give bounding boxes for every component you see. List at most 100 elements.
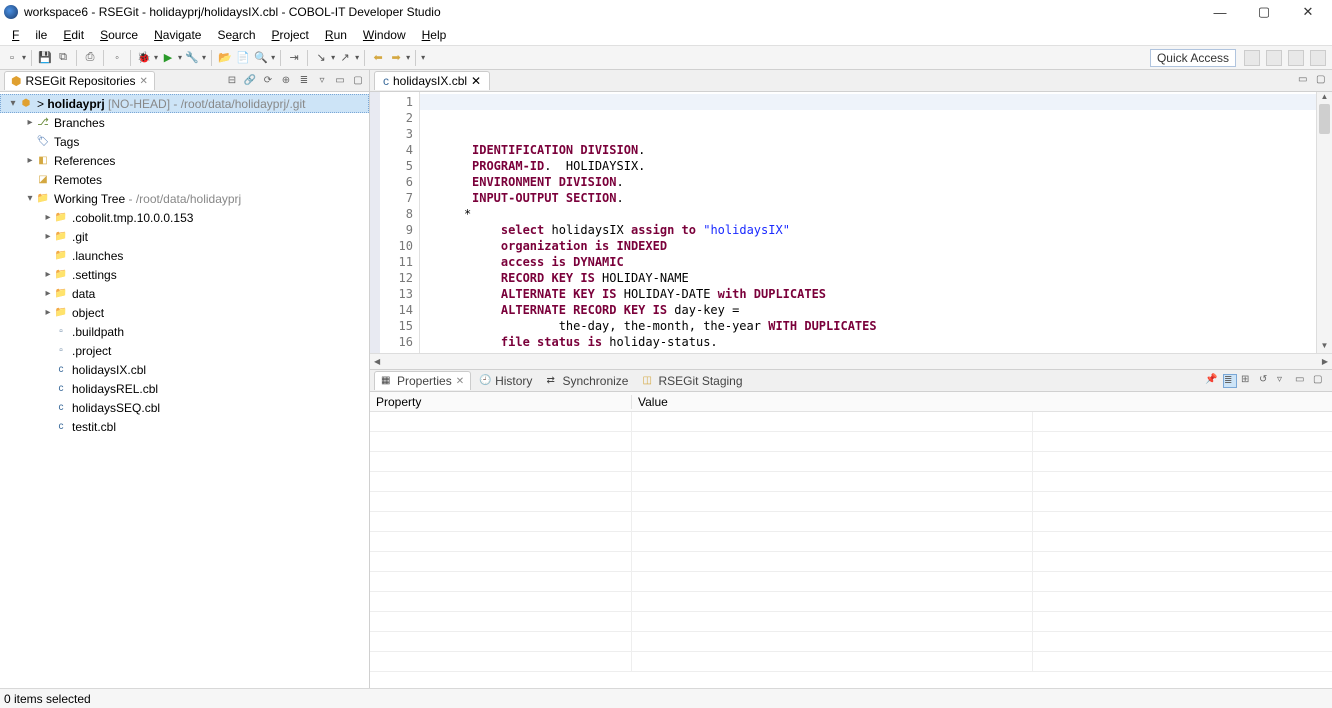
col-property[interactable]: Property — [370, 395, 632, 409]
pin-button[interactable]: 📌 — [1205, 374, 1219, 388]
perspective-git[interactable] — [1310, 50, 1326, 66]
scroll-up-arrow[interactable]: ▲ — [1317, 92, 1332, 104]
tree-remotes[interactable]: ▸ ◪ Remotes — [0, 170, 369, 189]
expander-icon[interactable]: ▾ — [24, 193, 36, 204]
maximize-view-button[interactable]: ▢ — [1313, 374, 1327, 388]
view-action-2[interactable]: ⊕ — [279, 74, 293, 88]
close-tab-icon[interactable]: ✕ — [471, 74, 481, 88]
view-action-1[interactable]: ⟳ — [261, 74, 275, 88]
prev-annotation-button[interactable]: ↗ — [337, 50, 353, 66]
tree-item[interactable]: ▸📁.cobolit.tmp.10.0.0.153 — [0, 208, 369, 227]
tree-tags[interactable]: ▸ 🏷 Tags — [0, 132, 369, 151]
indent-button[interactable]: ⇥ — [286, 50, 302, 66]
property-row[interactable] — [370, 552, 1332, 572]
property-row[interactable] — [370, 532, 1332, 552]
tree-item[interactable]: cholidaysSEQ.cbl — [0, 398, 369, 417]
view-menu-button[interactable]: ▿ — [315, 74, 329, 88]
debug-button[interactable]: 🐞 — [136, 50, 152, 66]
save-all-button[interactable]: ⧉ — [55, 50, 71, 66]
tab-rsegit-staging[interactable]: ◫ RSEGit Staging — [636, 372, 748, 390]
view-menu-button[interactable]: ▿ — [1277, 374, 1291, 388]
back-button[interactable]: ⬅ — [370, 50, 386, 66]
repo-tree[interactable]: ▾ ⬢ > holidayprj [NO-HEAD] - /root/data/… — [0, 92, 369, 688]
run-dropdown[interactable]: ▾ — [178, 53, 182, 62]
perspective-debug[interactable] — [1288, 50, 1304, 66]
menu-search[interactable]: Search — [209, 26, 263, 44]
tree-item[interactable]: ▸📁data — [0, 284, 369, 303]
open-task-button[interactable]: 📄 — [235, 50, 251, 66]
search-button[interactable]: 🔍 — [253, 50, 269, 66]
minimize-editor-button[interactable]: ▭ — [1298, 74, 1312, 88]
expander-icon[interactable]: ▸ — [24, 155, 36, 166]
quick-access[interactable]: Quick Access — [1150, 49, 1236, 67]
perspective-dropdown[interactable]: ▾ — [421, 53, 425, 62]
tree-item[interactable]: ▸📁object — [0, 303, 369, 322]
restore-defaults-button[interactable]: ↺ — [1259, 374, 1273, 388]
fold-column[interactable] — [370, 92, 380, 353]
property-row[interactable] — [370, 512, 1332, 532]
close-tab-icon[interactable]: ✕ — [140, 76, 148, 87]
open-type-button[interactable]: 📂 — [217, 50, 233, 66]
menu-edit[interactable]: Edit — [55, 26, 92, 44]
tree-item[interactable]: ▸📁.launches — [0, 246, 369, 265]
close-tab-icon[interactable]: ✕ — [456, 376, 464, 387]
tree-item[interactable]: cholidaysIX.cbl — [0, 360, 369, 379]
menu-project[interactable]: Project — [264, 26, 317, 44]
search-dropdown[interactable]: ▾ — [271, 53, 275, 62]
tree-branches[interactable]: ▸ ⎇ Branches — [0, 113, 369, 132]
code-editor[interactable]: 12345678910111213141516 IDENTIFICATION D… — [370, 92, 1332, 353]
menu-window[interactable]: Window — [355, 26, 414, 44]
save-button[interactable]: 💾 — [37, 50, 53, 66]
property-row[interactable] — [370, 432, 1332, 452]
scroll-thumb[interactable] — [1319, 104, 1330, 134]
tab-history[interactable]: 🕘 History — [473, 372, 538, 390]
horizontal-scrollbar[interactable]: ◀ ▶ — [370, 353, 1332, 369]
tree-item[interactable]: ctestit.cbl — [0, 417, 369, 436]
expander-icon[interactable]: ▸ — [24, 117, 36, 128]
tab-synchronize[interactable]: ⇄ Synchronize — [540, 372, 634, 390]
property-row[interactable] — [370, 412, 1332, 432]
external-tools-button[interactable]: 🔧 — [184, 50, 200, 66]
tab-rsegit-repositories[interactable]: ⬢ RSEGit Repositories ✕ — [4, 71, 155, 90]
external-tools-dropdown[interactable]: ▾ — [202, 53, 206, 62]
menu-help[interactable]: Help — [414, 26, 455, 44]
new-dropdown[interactable]: ▾ — [22, 53, 26, 62]
property-row[interactable] — [370, 652, 1332, 672]
forward-button[interactable]: ➡ — [388, 50, 404, 66]
minimize-view-button[interactable]: ▭ — [333, 74, 347, 88]
tree-item[interactable]: ▫.buildpath — [0, 322, 369, 341]
tree-item[interactable]: ▫.project — [0, 341, 369, 360]
tree-working-tree[interactable]: ▾ 📁 Working Tree - /root/data/holidayprj — [0, 189, 369, 208]
new-button[interactable]: ▫ — [4, 50, 20, 66]
menu-navigate[interactable]: Navigate — [146, 26, 209, 44]
property-row[interactable] — [370, 492, 1332, 512]
next-annotation-button[interactable]: ↘ — [313, 50, 329, 66]
close-window-button[interactable]: ✕ — [1296, 0, 1320, 24]
link-editor-button[interactable]: 🔗 — [243, 74, 257, 88]
filter-button[interactable]: ⊞ — [1241, 374, 1255, 388]
tab-properties[interactable]: ▦ Properties ✕ — [374, 371, 471, 390]
tree-item[interactable]: ▸📁.git — [0, 227, 369, 246]
property-row[interactable] — [370, 592, 1332, 612]
maximize-button[interactable]: ▢ — [1252, 0, 1276, 24]
minimize-button[interactable]: — — [1208, 0, 1232, 24]
scroll-down-arrow[interactable]: ▼ — [1317, 341, 1332, 353]
tree-references[interactable]: ▸ ◧ References — [0, 151, 369, 170]
editor-tab-holidaysix[interactable]: c holidaysIX.cbl ✕ — [374, 71, 490, 90]
tree-item[interactable]: ▸📁.settings — [0, 265, 369, 284]
debug-dropdown[interactable]: ▾ — [154, 53, 158, 62]
property-row[interactable] — [370, 472, 1332, 492]
property-row[interactable] — [370, 572, 1332, 592]
col-value[interactable]: Value — [632, 395, 1332, 409]
property-row[interactable] — [370, 632, 1332, 652]
toggle-breakpoint-button[interactable]: ◦ — [109, 50, 125, 66]
run-button[interactable]: ▶ — [160, 50, 176, 66]
vertical-scrollbar[interactable]: ▲ ▼ — [1316, 92, 1332, 353]
hierarchy-button[interactable]: ≣ — [297, 74, 311, 88]
minimize-view-button[interactable]: ▭ — [1295, 374, 1309, 388]
tree-repo-root[interactable]: ▾ ⬢ > holidayprj [NO-HEAD] - /root/data/… — [0, 94, 369, 113]
tree-item[interactable]: cholidaysREL.cbl — [0, 379, 369, 398]
categories-button[interactable]: ≣ — [1223, 374, 1237, 388]
menu-run[interactable]: Run — [317, 26, 355, 44]
menu-file[interactable]: File — [4, 26, 55, 44]
